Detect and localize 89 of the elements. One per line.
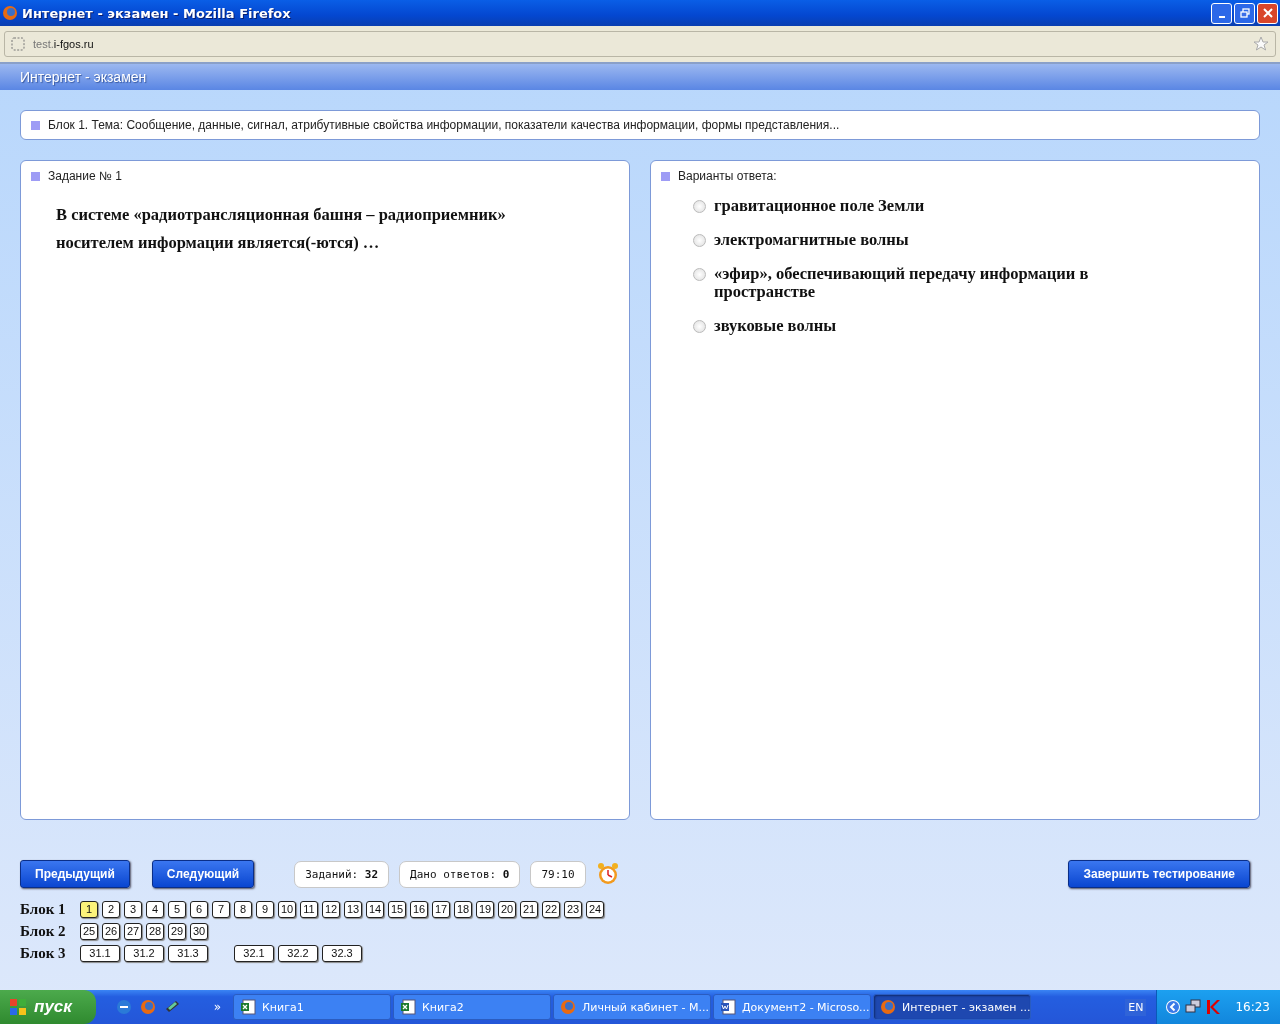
question-number[interactable]: 19	[476, 900, 494, 918]
question-number[interactable]: 18	[454, 900, 472, 918]
radio-button[interactable]	[693, 234, 706, 247]
question-number[interactable]: 3	[124, 900, 142, 918]
answer-option[interactable]: электромагнитные волны	[714, 231, 909, 249]
spreadsheet-icon	[240, 999, 256, 1015]
question-number[interactable]: 8	[234, 900, 252, 918]
question-number[interactable]: 25	[80, 922, 98, 940]
task-heading: Задание № 1	[48, 169, 122, 183]
question-number[interactable]: 28	[146, 922, 164, 940]
network-icon[interactable]	[1185, 999, 1202, 1015]
question-number[interactable]: 11	[300, 900, 318, 918]
question-number[interactable]: 1	[80, 900, 98, 918]
question-number[interactable]: 17	[432, 900, 450, 918]
question-number[interactable]: 27	[124, 922, 142, 940]
taskbar-button[interactable]: Личный кабинет - М...	[553, 994, 711, 1020]
question-number[interactable]: 26	[102, 922, 120, 940]
question-number[interactable]: 5	[168, 900, 186, 918]
counter-label: Заданий: 32	[294, 860, 390, 888]
app-title: Интернет - экзамен	[20, 69, 147, 85]
question-number[interactable]: 16	[410, 900, 428, 918]
bullet-square-icon	[31, 120, 40, 130]
close-icon	[1262, 8, 1273, 18]
block-label: Блок 2	[20, 922, 67, 940]
question-number[interactable]: 20	[498, 900, 516, 918]
taskbar-button[interactable]: Интернет - экзамен ...	[873, 994, 1031, 1020]
answer-option[interactable]: «эфир», обеспечивающий передачу информации в пространстве	[714, 265, 1134, 301]
question-number[interactable]: 24	[586, 900, 604, 918]
language-indicator[interactable]: EN	[1125, 998, 1147, 1016]
question-number[interactable]: 13	[344, 900, 362, 918]
question-number[interactable]: 32.2	[278, 944, 318, 962]
question-number[interactable]: 31.3	[168, 944, 208, 962]
topic-text: Блок 1. Тема: Сообщение, данные, сигнал, атрибутивные свойства информации, показатели качества информации, формы представления...	[48, 118, 840, 132]
taskbar-button[interactable]: Книга2	[393, 994, 551, 1020]
taskbar-button[interactable]: Документ2 - Microso...	[713, 994, 871, 1020]
question-number[interactable]: 12	[322, 900, 340, 918]
question-number[interactable]: 31.2	[124, 944, 164, 962]
block-label: Блок 1	[20, 900, 67, 918]
site-identity-icon[interactable]	[11, 37, 25, 51]
restore-icon	[1239, 8, 1250, 18]
url-text: test.i-fgos.ru	[33, 38, 94, 50]
alarm-clock-icon	[595, 862, 620, 886]
question-text: В системе «радиотрансляционная башня – радиоприемник» носителем информации является(-ются) …	[56, 204, 507, 254]
bookmark-star-icon[interactable]	[1253, 36, 1269, 52]
previous-button[interactable]: Предыдущий	[20, 860, 130, 888]
close-button[interactable]	[1257, 2, 1278, 24]
question-number[interactable]: 22	[542, 900, 560, 918]
finish-test-button[interactable]: Завершить тестирование	[1068, 860, 1250, 888]
spreadsheet-icon	[400, 999, 416, 1015]
clock: 16:23	[1235, 1000, 1270, 1014]
question-number[interactable]: 9	[256, 900, 274, 918]
taskbar-button[interactable]: Книга1	[233, 994, 391, 1020]
minimize-button[interactable]	[1211, 2, 1232, 24]
document-icon	[720, 999, 736, 1015]
answer-option[interactable]: звуковые волны	[714, 317, 837, 335]
question-number[interactable]: 2	[102, 900, 120, 918]
start-button[interactable]: пуск	[0, 990, 96, 1024]
more-chevron[interactable]: »	[213, 1000, 221, 1014]
bullet-square-icon	[31, 171, 40, 181]
question-number[interactable]: 23	[564, 900, 582, 918]
timer: 79:10	[530, 860, 586, 888]
next-button[interactable]: Следующий	[151, 860, 255, 888]
window-title: Интернет - экзамен - Mozilla Firefox	[22, 5, 291, 21]
counter-label: Дано ответов: 0	[399, 860, 521, 888]
question-number[interactable]: 4	[146, 900, 164, 918]
question-number[interactable]: 6	[190, 900, 208, 918]
question-number[interactable]: 14	[366, 900, 384, 918]
chevron-left-icon[interactable]	[1165, 999, 1182, 1015]
bullet-square-icon	[661, 171, 670, 181]
radio-button[interactable]	[693, 268, 706, 281]
question-number[interactable]: 32.3	[322, 944, 362, 962]
antivirus-k-icon[interactable]	[1205, 999, 1222, 1015]
answer-option[interactable]: гравитационное поле Земли	[714, 197, 925, 215]
minimize-icon	[1218, 16, 1225, 18]
block-label: Блок 3	[20, 944, 67, 962]
question-number[interactable]: 29	[168, 922, 186, 940]
question-number[interactable]: 31.1	[80, 944, 120, 962]
windows-logo-icon	[8, 997, 28, 1017]
question-number[interactable]: 10	[278, 900, 296, 918]
question-number[interactable]: 7	[212, 900, 230, 918]
answers-heading: Варианты ответа:	[678, 169, 777, 183]
radio-button[interactable]	[693, 200, 706, 213]
restore-button[interactable]	[1234, 2, 1255, 24]
question-number[interactable]: 30	[190, 922, 208, 940]
radio-button[interactable]	[693, 320, 706, 333]
question-number[interactable]: 32.1	[234, 944, 274, 962]
address-bar[interactable]: test.i-fgos.ru	[4, 31, 1276, 57]
question-number[interactable]: 15	[388, 900, 406, 918]
question-number[interactable]: 21	[520, 900, 538, 918]
